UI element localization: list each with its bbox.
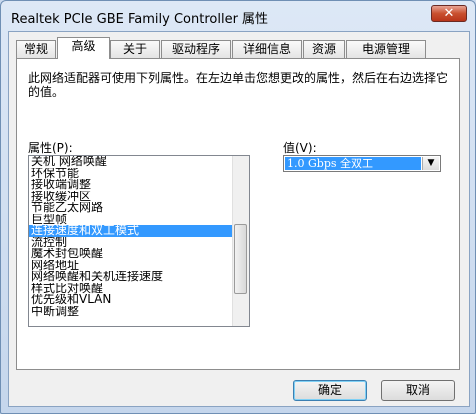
list-item[interactable]: 接收端调整 [29, 179, 234, 191]
scrollbar-thumb[interactable] [234, 224, 247, 294]
tab-about[interactable]: 关于 [110, 40, 160, 58]
list-item[interactable]: 关机 网络唤醒 [29, 156, 234, 168]
list-item[interactable]: 优先级和VLAN [29, 294, 234, 306]
tab-details[interactable]: 详细信息 [232, 40, 302, 58]
panel-description: 此网络适配器可使用下列属性。在左边单击您想更改的属性，然后在右边选择它的值。 [28, 71, 449, 99]
list-item[interactable]: 节能乙太网路 [29, 202, 234, 214]
ok-button[interactable]: 确定 [293, 380, 367, 401]
properties-list: 关机 网络唤醒 环保节能 接收端调整 接收缓冲区 节能乙太网路 巨型帧 连接速度… [29, 156, 234, 317]
list-item[interactable]: 网络地址 [29, 260, 234, 272]
close-button[interactable]: ✕ [431, 5, 467, 22]
tab-general[interactable]: 常规 [16, 40, 56, 58]
value-dropdown-selected: 1.0 Gbps 全双工 [285, 157, 421, 170]
close-icon: ✕ [443, 6, 455, 21]
list-item[interactable]: 流控制 [29, 237, 234, 249]
list-item-selected[interactable]: 连接速度和双工模式 [29, 225, 234, 237]
tab-driver[interactable]: 驱动程序 [161, 40, 231, 58]
list-item[interactable]: 网络唤醒和关机连接速度 [29, 271, 234, 283]
advanced-tab-panel: 此网络适配器可使用下列属性。在左边单击您想更改的属性，然后在右边选择它的值。 属… [16, 58, 460, 370]
list-item[interactable]: 样式比对唤醒 [29, 283, 234, 295]
dialog-window: Realtek PCIe GBE Family Controller 属性 ✕ … [0, 0, 476, 414]
cancel-button[interactable]: 取消 [381, 380, 455, 401]
list-item[interactable]: 巨型帧 [29, 214, 234, 226]
window-title: Realtek PCIe GBE Family Controller 属性 [11, 12, 269, 27]
list-item[interactable]: 环保节能 [29, 168, 234, 180]
list-item[interactable]: 中断调整 [29, 306, 234, 318]
value-dropdown[interactable]: 1.0 Gbps 全双工 ▼ [283, 155, 441, 172]
chevron-down-icon[interactable]: ▼ [422, 157, 439, 170]
dialog-client-area: 常规 高级 关于 驱动程序 详细信息 资源 电源管理 此网络适配器可使用下列属性… [8, 31, 470, 407]
value-label: 值(V): [283, 141, 317, 155]
list-item[interactable]: 接收缓冲区 [29, 191, 234, 203]
properties-scrollbar[interactable] [232, 156, 249, 326]
title-bar[interactable]: Realtek PCIe GBE Family Controller 属性 ✕ [1, 1, 475, 31]
properties-listbox[interactable]: 关机 网络唤醒 环保节能 接收端调整 接收缓冲区 节能乙太网路 巨型帧 连接速度… [28, 155, 250, 327]
tab-resources[interactable]: 资源 [303, 40, 345, 58]
tab-advanced[interactable]: 高级 [57, 37, 110, 59]
properties-label: 属性(P): [28, 141, 73, 155]
list-item[interactable]: 魔术封包唤醒 [29, 248, 234, 260]
tab-power-management[interactable]: 电源管理 [346, 40, 426, 58]
